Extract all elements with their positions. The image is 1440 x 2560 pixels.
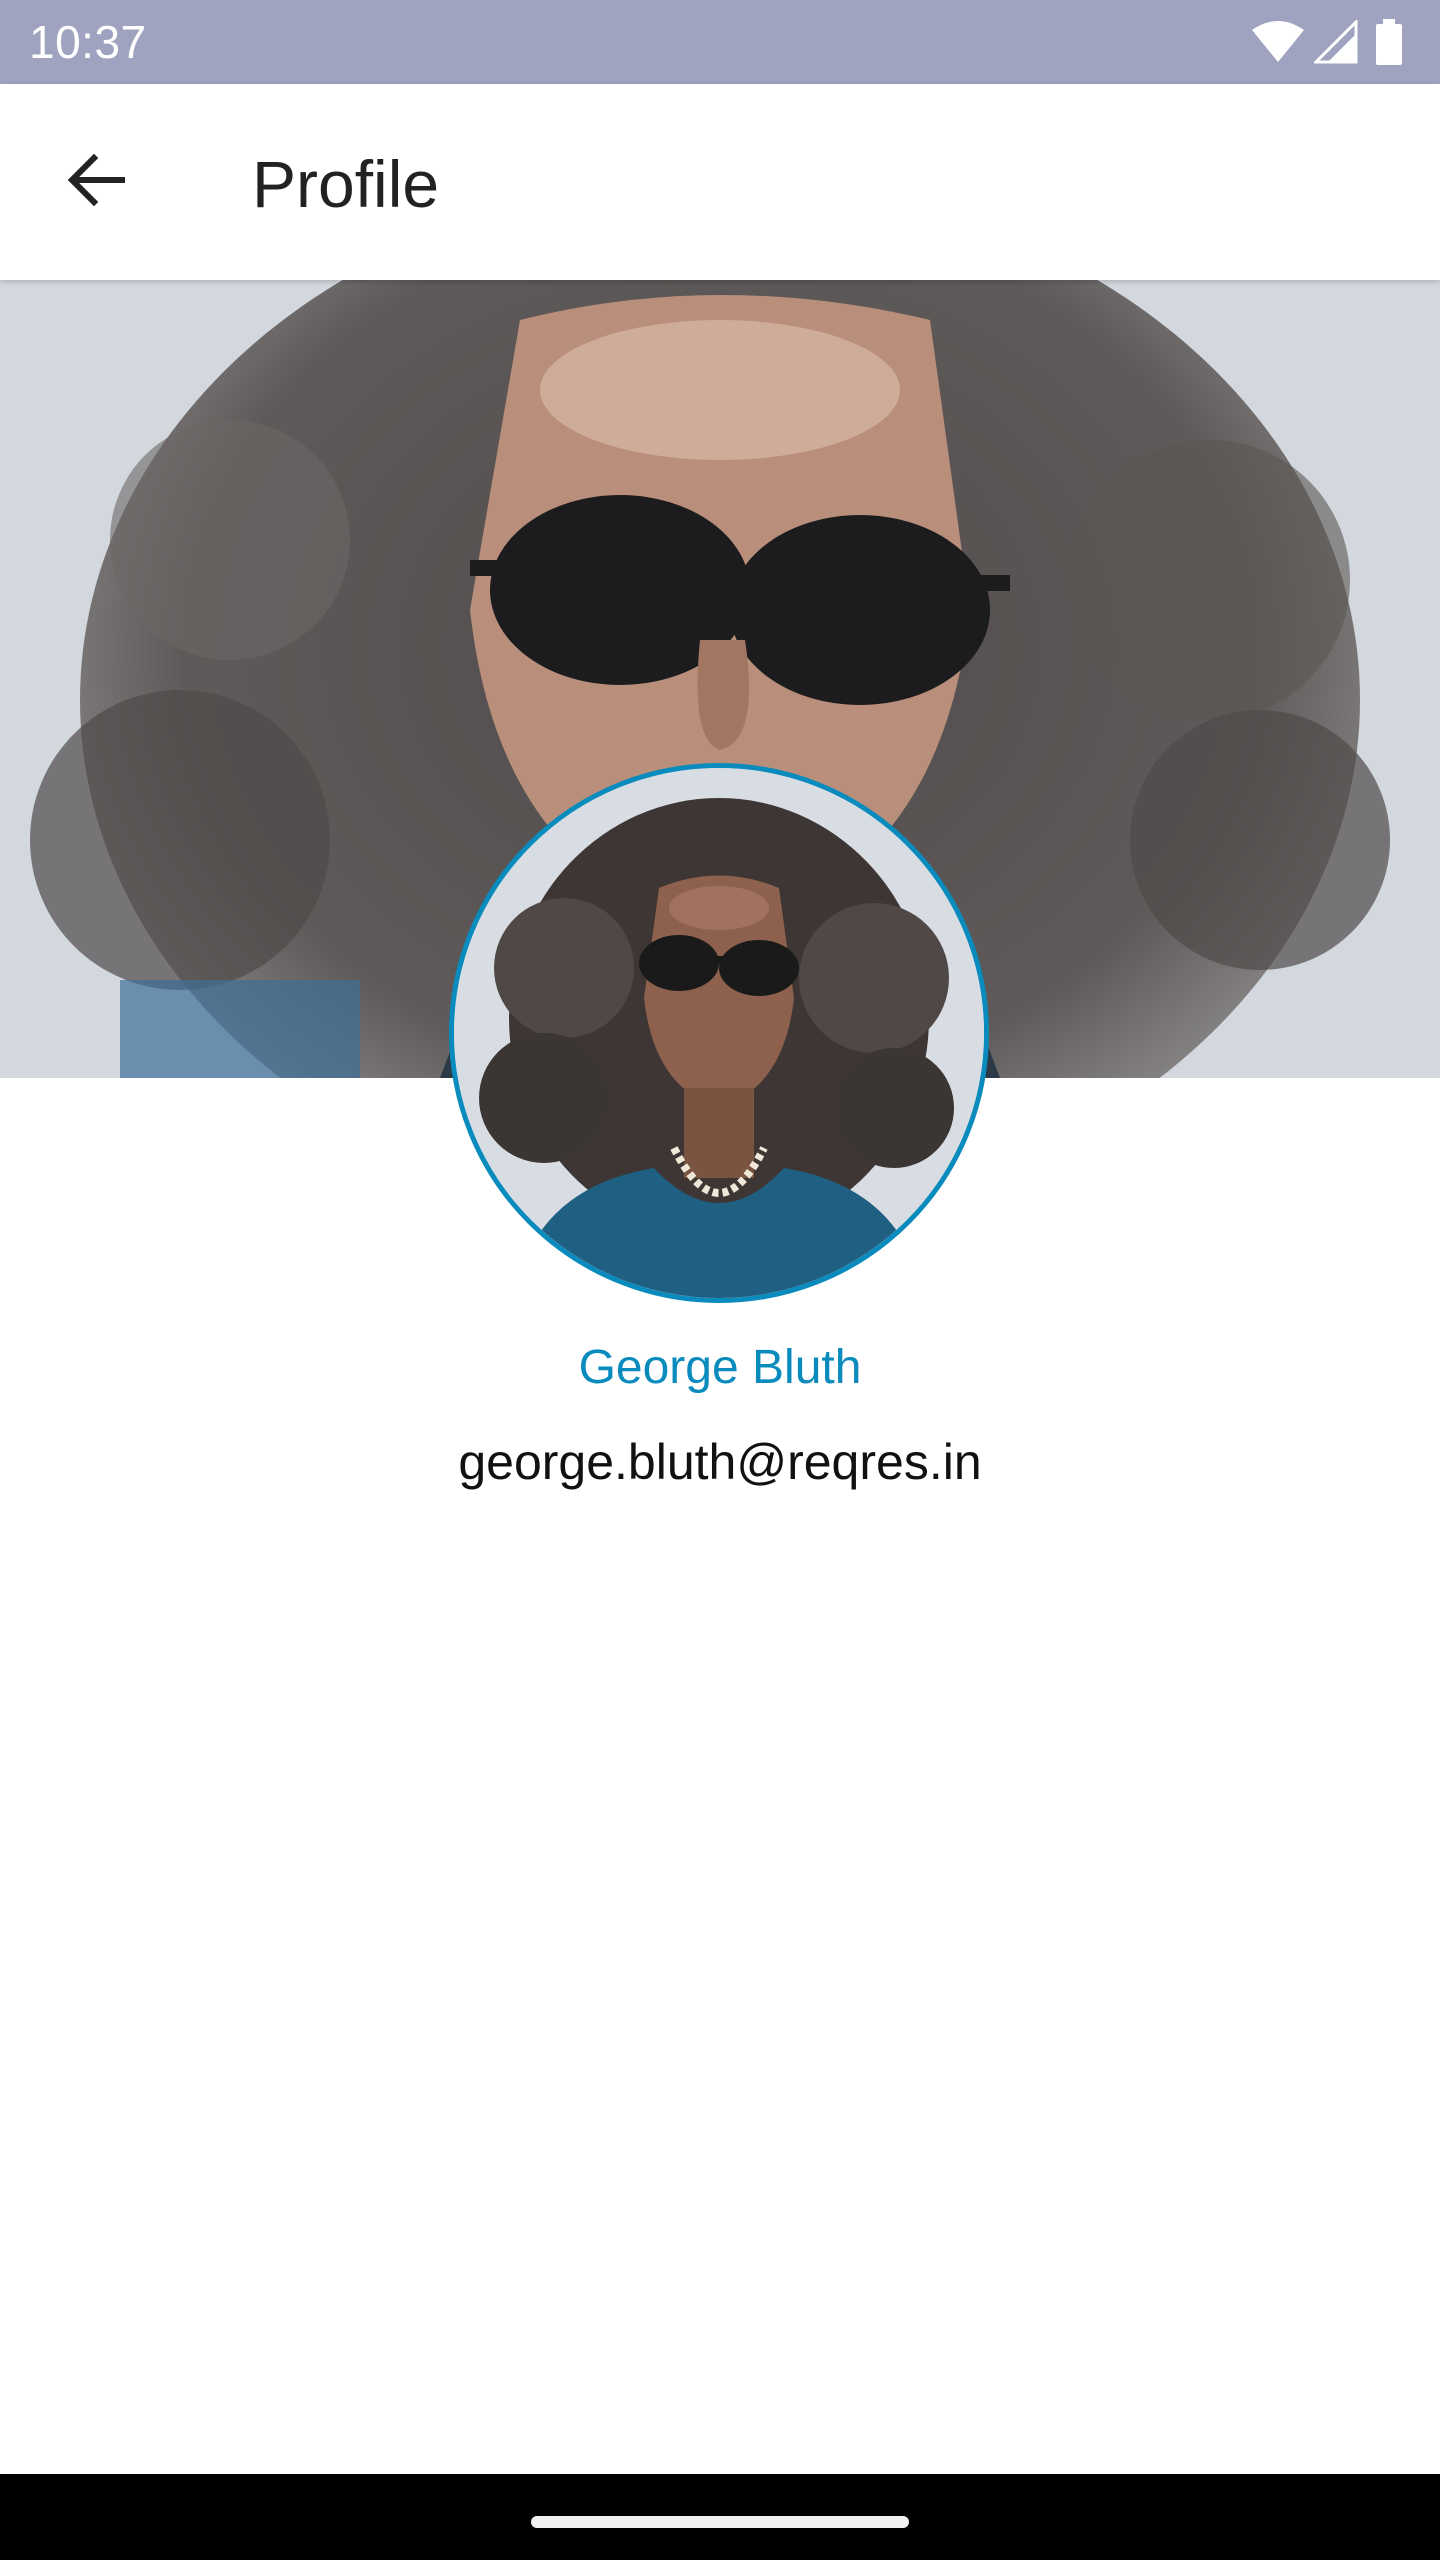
navigation-bar bbox=[0, 2474, 1440, 2560]
home-indicator[interactable] bbox=[531, 2516, 909, 2528]
profile-name: George Bluth bbox=[578, 1341, 862, 1394]
wifi-icon bbox=[1250, 20, 1306, 64]
cell-signal-icon bbox=[1314, 20, 1358, 64]
status-icons bbox=[1250, 18, 1402, 66]
profile-email: george.bluth@reqres.in bbox=[458, 1434, 982, 1490]
arrow-back-icon bbox=[66, 150, 126, 215]
back-button[interactable] bbox=[48, 134, 144, 230]
avatar bbox=[449, 763, 989, 1303]
battery-icon bbox=[1376, 19, 1402, 65]
status-bar: 10:37 bbox=[0, 0, 1440, 84]
status-time: 10:37 bbox=[29, 16, 147, 68]
app-bar: Profile bbox=[0, 84, 1440, 280]
page-title: Profile bbox=[252, 147, 440, 221]
